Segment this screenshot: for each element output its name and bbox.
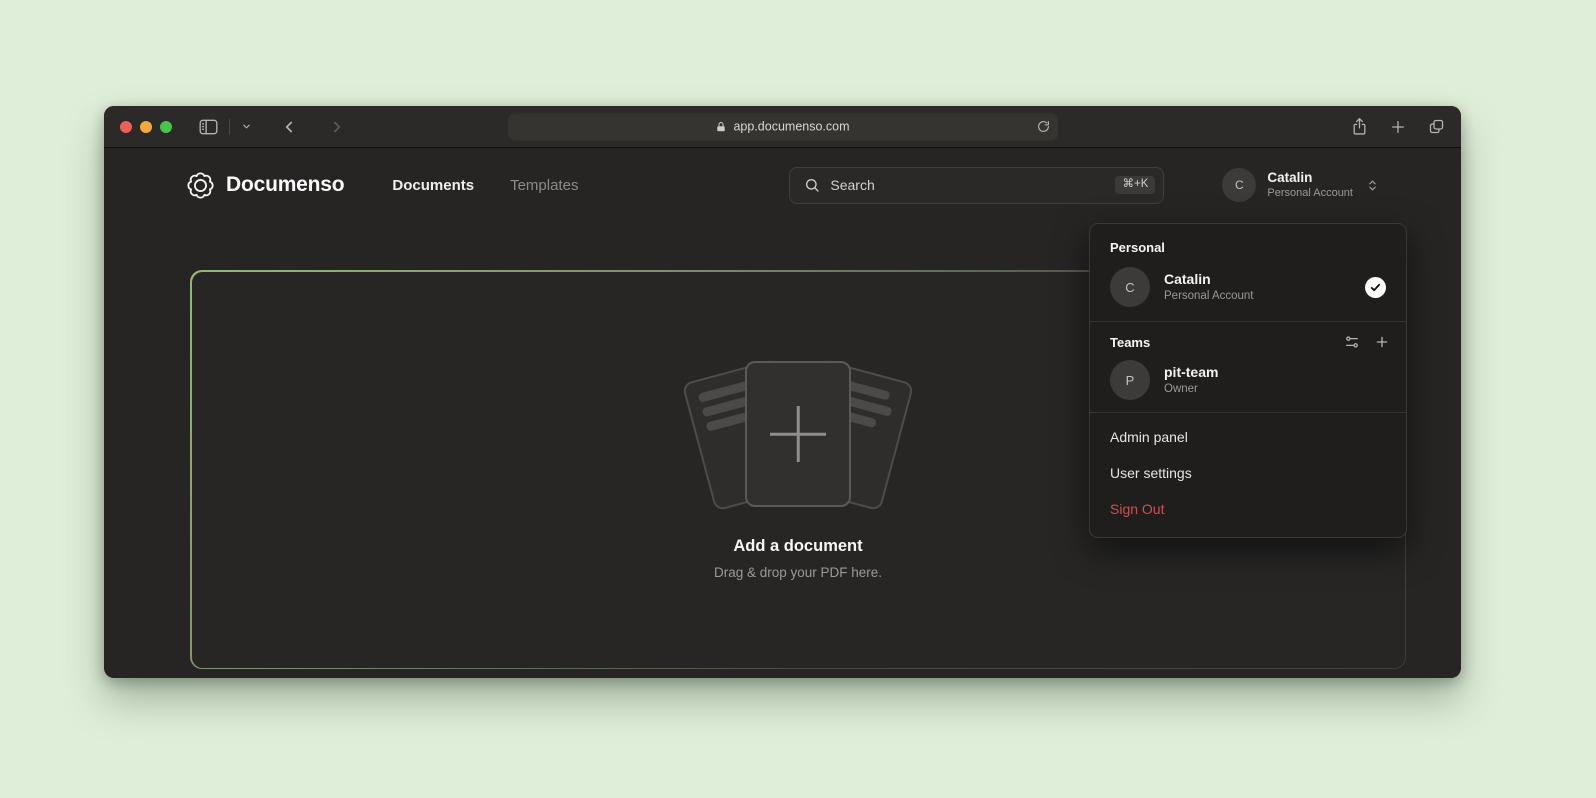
search-icon bbox=[804, 177, 820, 193]
browser-window: app.documenso.com bbox=[104, 106, 1461, 678]
account-name: Catalin bbox=[1267, 170, 1353, 187]
back-button-icon[interactable] bbox=[273, 118, 305, 136]
personal-account-item[interactable]: C Catalin Personal Account bbox=[1090, 263, 1406, 321]
avatar: P bbox=[1110, 360, 1150, 400]
address-bar[interactable]: app.documenso.com bbox=[508, 113, 1058, 140]
main-nav: Documents Templates bbox=[392, 177, 578, 194]
nav-documents[interactable]: Documents bbox=[392, 177, 474, 194]
account-menu-button[interactable]: C Catalin Personal Account bbox=[1222, 168, 1379, 202]
window-controls bbox=[120, 121, 172, 133]
document-card-front bbox=[745, 361, 851, 507]
account-subtitle: Personal Account bbox=[1267, 187, 1353, 201]
tab-overview-icon[interactable] bbox=[1428, 118, 1445, 135]
menu-item-admin-panel[interactable]: Admin panel bbox=[1090, 419, 1406, 455]
search-input[interactable]: Search ⌘+K bbox=[789, 167, 1164, 204]
search-placeholder: Search bbox=[830, 177, 1105, 193]
forward-button-icon[interactable] bbox=[321, 118, 353, 136]
sidebar-chevron-down-icon[interactable] bbox=[234, 121, 259, 132]
minimize-window-button[interactable] bbox=[140, 121, 152, 133]
nav-templates[interactable]: Templates bbox=[510, 177, 578, 194]
brand-name: Documenso bbox=[226, 173, 344, 197]
chevrons-up-down-icon bbox=[1366, 178, 1379, 193]
manage-teams-icon[interactable] bbox=[1344, 334, 1360, 350]
zoom-window-button[interactable] bbox=[160, 121, 172, 133]
dropzone-title: Add a document bbox=[733, 537, 862, 556]
close-window-button[interactable] bbox=[120, 121, 132, 133]
browser-toolbar: app.documenso.com bbox=[104, 106, 1461, 148]
personal-section-label: Personal bbox=[1090, 236, 1406, 263]
avatar: C bbox=[1222, 168, 1256, 202]
teams-section-label: Teams bbox=[1110, 335, 1344, 350]
lock-icon bbox=[715, 120, 727, 133]
menu-divider bbox=[1090, 412, 1406, 413]
new-tab-plus-icon[interactable] bbox=[1390, 119, 1406, 135]
search-shortcut-badge: ⌘+K bbox=[1115, 176, 1155, 194]
selected-check-icon bbox=[1365, 277, 1386, 298]
account-dropdown-menu: Personal C Catalin Personal Account Team… bbox=[1089, 223, 1407, 538]
menu-item-user-settings[interactable]: User settings bbox=[1090, 455, 1406, 491]
brand[interactable]: Documenso bbox=[186, 171, 344, 200]
reload-icon[interactable] bbox=[1037, 120, 1050, 133]
personal-account-name: Catalin bbox=[1164, 270, 1351, 288]
create-team-plus-icon[interactable] bbox=[1374, 334, 1390, 350]
app-header: Documenso Documents Templates Search ⌘+K… bbox=[104, 148, 1461, 212]
team-name: pit-team bbox=[1164, 363, 1386, 381]
share-icon[interactable] bbox=[1351, 117, 1368, 136]
plus-icon bbox=[770, 406, 826, 462]
documenso-logo-icon bbox=[186, 171, 215, 200]
url-text: app.documenso.com bbox=[733, 120, 849, 134]
team-role: Owner bbox=[1164, 382, 1386, 397]
sidebar-toggle-icon[interactable] bbox=[192, 119, 225, 135]
menu-item-sign-out[interactable]: Sign Out bbox=[1090, 491, 1406, 527]
toolbar-divider bbox=[229, 119, 230, 135]
avatar: C bbox=[1110, 267, 1150, 307]
toolbar-right-actions bbox=[1351, 117, 1445, 136]
document-cards-illustration bbox=[693, 359, 903, 511]
teams-section-header: Teams bbox=[1090, 322, 1406, 358]
personal-account-subtitle: Personal Account bbox=[1164, 289, 1351, 304]
team-item[interactable]: P pit-team Owner bbox=[1090, 358, 1406, 412]
dropzone-subtitle: Drag & drop your PDF here. bbox=[714, 565, 882, 580]
